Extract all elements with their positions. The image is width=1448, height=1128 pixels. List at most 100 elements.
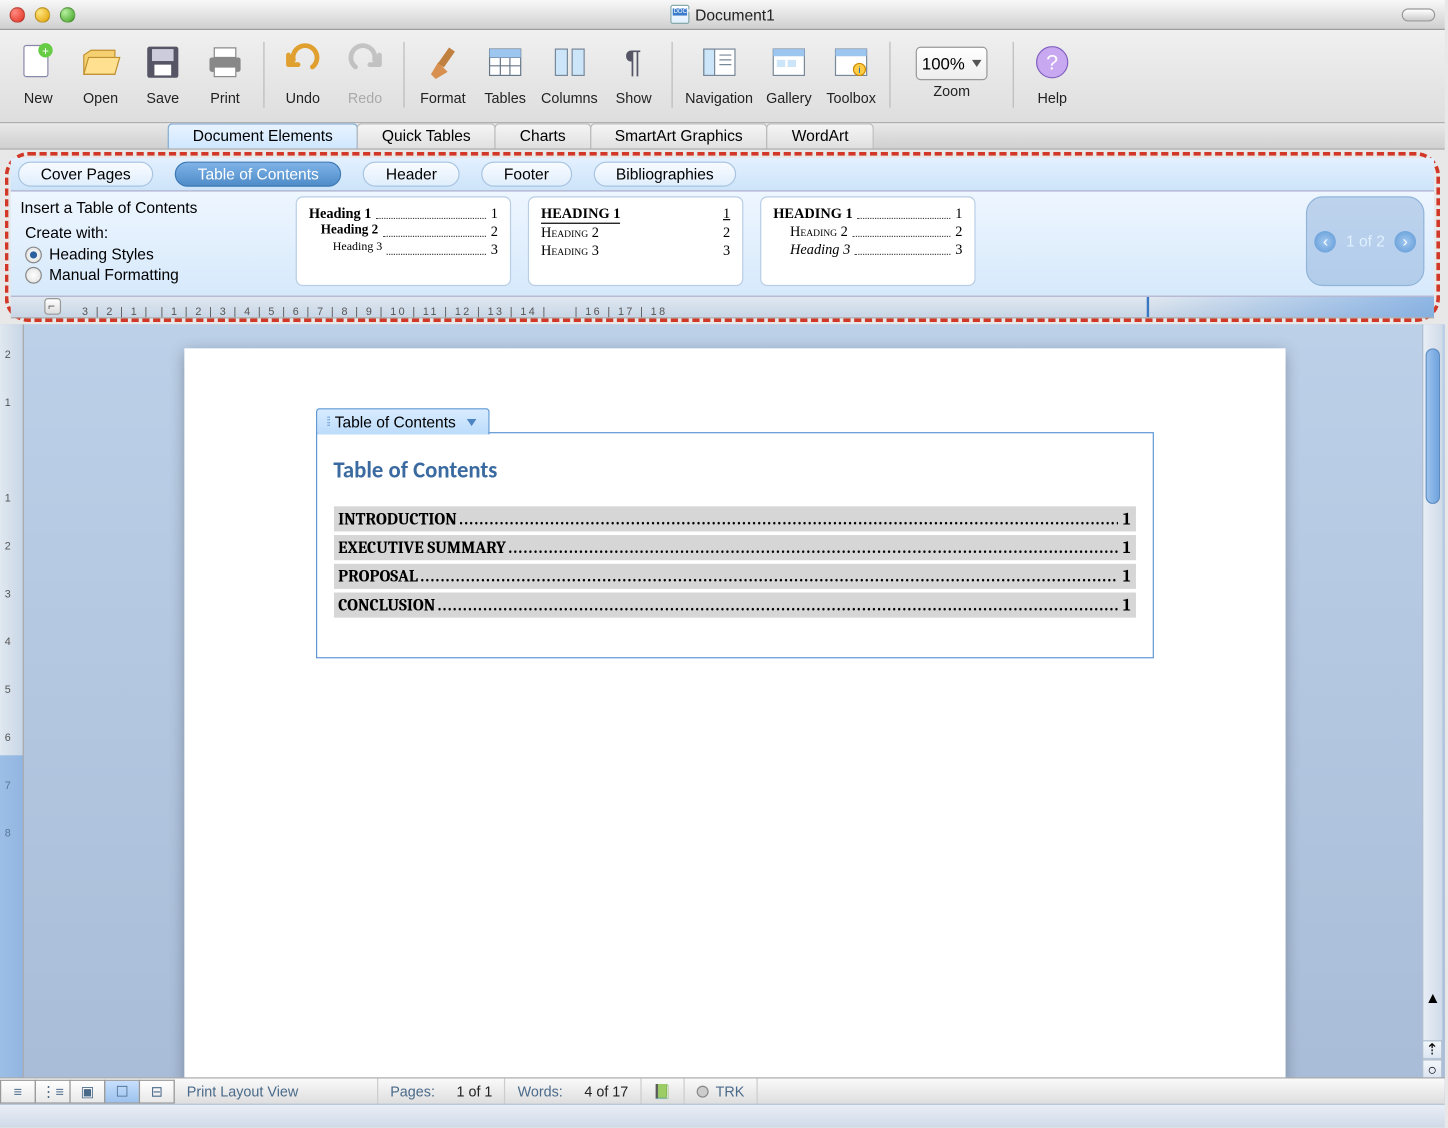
toolbox-button[interactable]: i Toolbox	[820, 35, 882, 109]
view-outline-button[interactable]: ⋮≡	[35, 1079, 71, 1103]
ribbon-tab-charts[interactable]: Charts	[495, 123, 591, 148]
gallery-icon	[764, 37, 814, 87]
undo-icon	[278, 37, 328, 87]
pager-prev-button[interactable]: ‹	[1315, 230, 1337, 252]
subribbon-cover-pages[interactable]: Cover Pages	[18, 162, 153, 187]
scroll-up-arrow[interactable]: ▲	[1424, 988, 1441, 1007]
view-draft-button[interactable]: ≡	[0, 1079, 36, 1103]
book-check-icon: 📗	[653, 1083, 671, 1100]
toolbar-toggle-lozenge[interactable]	[1402, 8, 1436, 21]
document-icon	[670, 5, 689, 24]
main-toolbar: + New Open Save Print Undo Redo Format	[0, 30, 1445, 123]
zoom-window-button[interactable]	[60, 7, 76, 23]
ribbon-tab-smartart[interactable]: SmartArt Graphics	[590, 123, 768, 148]
minimize-window-button[interactable]	[35, 7, 51, 23]
subribbon: Cover Pages Table of Contents Header Foo…	[11, 158, 1434, 192]
print-button[interactable]: Print	[194, 35, 256, 109]
toc-field-box[interactable]: Table of Contents INTRODUCTION..........…	[315, 432, 1153, 658]
subribbon-footer[interactable]: Footer	[481, 162, 571, 187]
select-browse-object-button[interactable]: ○	[1422, 1059, 1442, 1078]
toc-template-pager: ‹ 1 of 2 ›	[1306, 196, 1424, 286]
status-pages[interactable]: Pages: 1 of 1	[378, 1078, 505, 1103]
toc-field-tab[interactable]: ⁞⁞ Table of Contents	[315, 408, 489, 434]
new-document-icon: +	[13, 37, 63, 87]
view-mode-buttons: ≡ ⋮≡ ▣ ☐ ⊟	[0, 1079, 175, 1103]
chevron-down-icon	[972, 60, 982, 67]
close-window-button[interactable]	[10, 7, 26, 23]
floppy-disk-icon	[138, 37, 188, 87]
view-publishing-button[interactable]: ▣	[69, 1079, 105, 1103]
help-icon: ?	[1027, 37, 1077, 87]
svg-text:?: ?	[1046, 50, 1058, 74]
gallery-button[interactable]: Gallery	[758, 35, 820, 109]
toc-entry[interactable]: PROPOSAL................................…	[333, 564, 1135, 589]
undo-button[interactable]: Undo	[272, 35, 334, 109]
svg-text:+: +	[42, 44, 49, 58]
tables-button[interactable]: Tables	[474, 35, 536, 109]
toc-template-2[interactable]: HEADING 11 Heading 22 Heading 33	[528, 196, 743, 286]
highlighted-ribbon-region: Cover Pages Table of Contents Header Foo…	[5, 152, 1440, 322]
status-bar: ≡ ⋮≡ ▣ ☐ ⊟ Print Layout View Pages: 1 of…	[0, 1077, 1445, 1103]
document-page[interactable]: ⁞⁞ Table of Contents Table of Contents I…	[184, 348, 1285, 1102]
toolbox-icon: i	[826, 37, 876, 87]
format-button[interactable]: Format	[412, 35, 474, 109]
toc-create-with-label: Create with:	[20, 221, 295, 244]
toc-radio-manual-formatting[interactable]: Manual Formatting	[20, 265, 295, 285]
open-folder-icon	[75, 37, 125, 87]
subribbon-header[interactable]: Header	[363, 162, 460, 187]
toc-insert-label: Insert a Table of Contents	[20, 196, 295, 221]
toc-entry[interactable]: EXECUTIVE SUMMARY.......................…	[333, 535, 1135, 560]
svg-text:i: i	[858, 65, 860, 76]
scrollbar-thumb[interactable]	[1426, 348, 1440, 504]
paintbrush-icon	[418, 37, 468, 87]
toc-options-row: Insert a Table of Contents Create with: …	[11, 192, 1434, 297]
window-title: Document1	[695, 5, 775, 23]
toc-title: Table of Contents	[333, 457, 1135, 485]
ribbon-tab-document-elements[interactable]: Document Elements	[168, 123, 358, 148]
horizontal-scrollbar[interactable]	[0, 1104, 1445, 1128]
radio-on-icon	[25, 246, 42, 263]
navigation-button[interactable]: Navigation	[680, 35, 757, 109]
horizontal-ruler[interactable]: ⌐ 3 | 2 | 1 | | 1 | 2 | 3 | 4 | 5 | 6 | …	[11, 297, 1434, 319]
toc-template-3[interactable]: HEADING 11 Heading 22 Heading 33	[760, 196, 975, 286]
save-button[interactable]: Save	[132, 35, 194, 109]
status-words[interactable]: Words: 4 of 17	[506, 1078, 642, 1103]
subribbon-table-of-contents[interactable]: Table of Contents	[175, 162, 342, 187]
document-area: 2 1 1 2 3 4 5 6 7 8 ⁞⁞ Table of Contents	[0, 324, 1445, 1102]
page-canvas[interactable]: ⁞⁞ Table of Contents Table of Contents I…	[24, 324, 1445, 1102]
traffic-lights	[10, 7, 76, 23]
new-button[interactable]: + New	[7, 35, 69, 109]
ribbon-tab-wordart[interactable]: WordArt	[767, 123, 874, 148]
svg-text:¶: ¶	[625, 44, 642, 79]
vertical-ruler[interactable]: 2 1 1 2 3 4 5 6 7 8	[0, 324, 24, 1102]
zoom-control[interactable]: 100% Zoom	[898, 35, 1006, 102]
previous-page-button[interactable]: ⇡	[1422, 1040, 1442, 1059]
tab-stop-selector[interactable]: ⌐	[44, 298, 61, 315]
zoom-value: 100%	[922, 54, 965, 73]
radio-off-icon	[25, 266, 42, 283]
status-spellcheck-button[interactable]: 📗	[641, 1078, 684, 1103]
status-track-changes[interactable]: TRK	[684, 1078, 757, 1103]
subribbon-bibliographies[interactable]: Bibliographies	[593, 162, 736, 187]
pilcrow-icon: ¶	[609, 37, 659, 87]
toc-radio-heading-styles[interactable]: Heading Styles	[20, 244, 295, 264]
redo-icon	[340, 37, 390, 87]
columns-button[interactable]: Columns	[536, 35, 602, 109]
toc-template-1[interactable]: Heading 11 Heading 22 Heading 33	[296, 196, 511, 286]
columns-icon	[544, 37, 594, 87]
view-notebook-button[interactable]: ⊟	[139, 1079, 175, 1103]
view-print-layout-button[interactable]: ☐	[104, 1079, 140, 1103]
pager-next-button[interactable]: ›	[1395, 230, 1417, 252]
grip-icon: ⁞⁞	[326, 415, 329, 429]
ribbon-tabs: Document Elements Quick Tables Charts Sm…	[0, 123, 1445, 149]
ribbon-tab-quick-tables[interactable]: Quick Tables	[357, 123, 496, 148]
show-button[interactable]: ¶ Show	[603, 35, 665, 109]
help-button[interactable]: ? Help	[1021, 35, 1083, 109]
toc-entry[interactable]: INTRODUCTION............................…	[333, 506, 1135, 531]
vertical-scrollbar[interactable]: ▲ ▼	[1422, 324, 1442, 1102]
status-view-label: Print Layout View	[175, 1078, 378, 1103]
toc-entry[interactable]: CONCLUSION..............................…	[333, 593, 1135, 618]
pager-label: 1 of 2	[1341, 232, 1390, 250]
chevron-down-icon[interactable]	[467, 418, 477, 425]
open-button[interactable]: Open	[69, 35, 131, 109]
